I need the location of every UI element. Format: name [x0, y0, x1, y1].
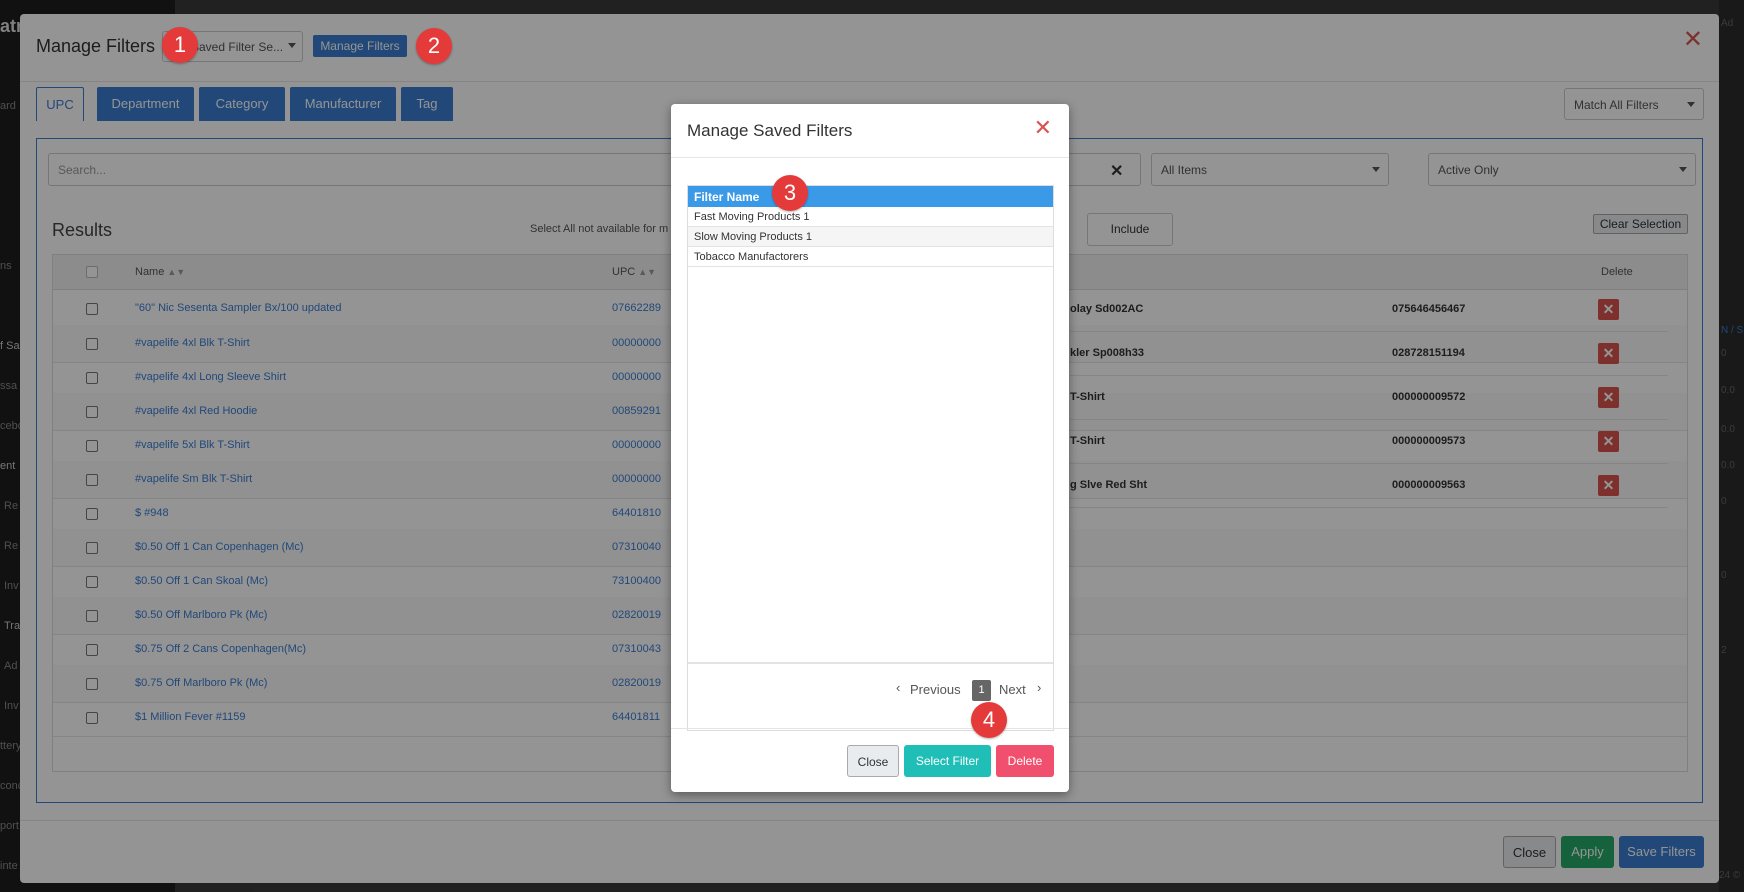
chevron-right-icon[interactable]: ›	[1037, 680, 1041, 695]
previous-page-link[interactable]: Previous	[910, 682, 961, 697]
list-item[interactable]: Slow Moving Products 1	[688, 227, 1053, 247]
step-marker-2: 2	[416, 28, 452, 64]
step-marker-4: 4	[971, 702, 1007, 738]
manage-saved-filters-dialog: Manage Saved Filters ✕ Filter Name Fast …	[671, 104, 1069, 792]
step-marker-1: 1	[162, 27, 198, 63]
close-icon[interactable]: ✕	[1034, 117, 1052, 139]
list-item[interactable]: Tobacco Manufactorers	[688, 247, 1053, 267]
list-header: Filter Name	[688, 186, 1053, 207]
select-filter-button[interactable]: Select Filter	[904, 745, 991, 777]
dialog-title: Manage Saved Filters	[687, 121, 853, 140]
saved-filters-list: Filter Name Fast Moving Products 1 Slow …	[687, 185, 1054, 731]
next-page-link[interactable]: Next	[999, 682, 1026, 697]
delete-button[interactable]: Delete	[996, 745, 1054, 777]
page-number[interactable]: 1	[972, 680, 991, 701]
step-marker-3: 3	[772, 175, 808, 211]
close-button[interactable]: Close	[847, 745, 899, 777]
dialog-header: Manage Saved Filters ✕	[671, 104, 1069, 158]
list-item[interactable]: Fast Moving Products 1	[688, 207, 1053, 227]
chevron-left-icon[interactable]: ‹	[896, 680, 900, 695]
